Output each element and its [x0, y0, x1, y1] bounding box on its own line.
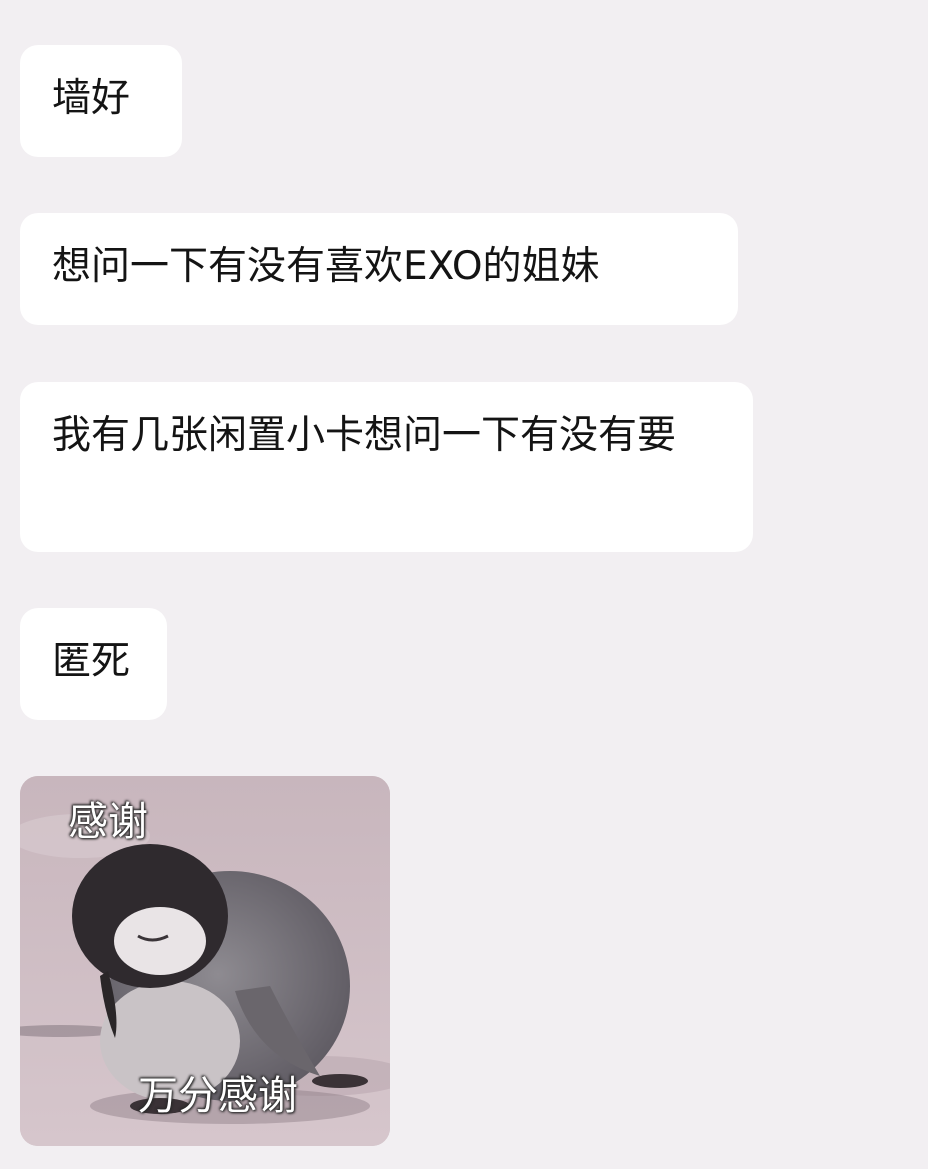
message-bubble[interactable]: 我有几张闲置小卡想问一下有没有要	[20, 382, 753, 552]
message-bubble[interactable]: 匿死	[20, 608, 167, 720]
message-text: 我有几张闲置小卡想问一下有没有要	[52, 413, 677, 458]
sticker-caption-bottom: 万分感谢	[138, 1073, 298, 1119]
message-text: 墙好	[52, 76, 131, 121]
message-text: 想问一下有没有喜欢EXO的姐妹	[52, 244, 600, 289]
sticker-caption-top: 感谢	[68, 799, 148, 845]
message-text: 匿死	[52, 639, 131, 684]
message-bubble[interactable]: 墙好	[20, 45, 182, 157]
message-bubble[interactable]: 想问一下有没有喜欢EXO的姐妹	[20, 213, 738, 325]
sticker-message[interactable]: 感谢 万分感谢	[20, 776, 390, 1146]
